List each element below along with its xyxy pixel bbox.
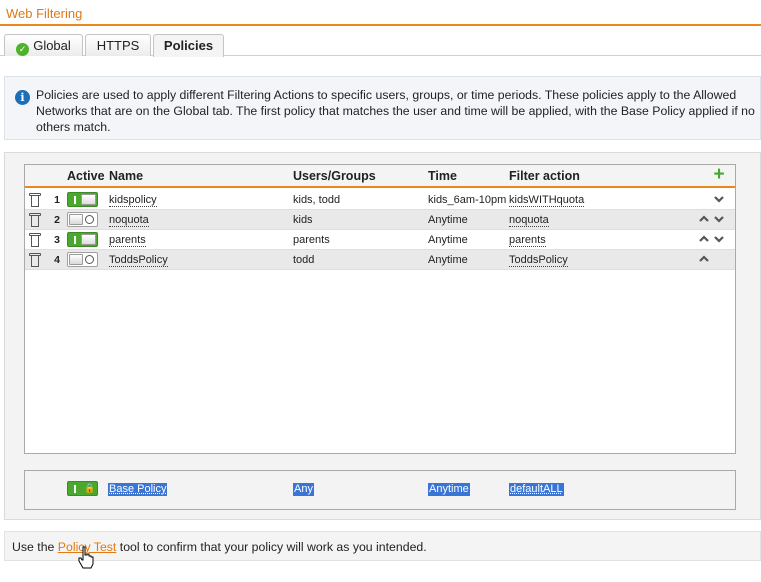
active-toggle[interactable] bbox=[67, 192, 98, 207]
users-groups-cell: kids, todd bbox=[293, 194, 341, 206]
chevron-down-icon[interactable] bbox=[713, 213, 725, 225]
trash-icon[interactable] bbox=[29, 233, 41, 247]
table-row: 2 noquota kids Anytime noquota bbox=[25, 210, 735, 230]
users-groups-cell: parents bbox=[293, 234, 330, 246]
chevron-up-icon[interactable] bbox=[698, 213, 710, 225]
chevron-down-icon[interactable] bbox=[713, 233, 725, 245]
filter-action-link[interactable]: parents bbox=[509, 234, 546, 247]
column-filter-action[interactable]: Filter action bbox=[509, 169, 580, 183]
time-cell: kids_6am-10pm bbox=[428, 194, 507, 206]
hand-cursor-icon bbox=[78, 546, 94, 569]
row-number: 2 bbox=[54, 214, 60, 226]
grid-header: Active Name Users/Groups Time Filter act… bbox=[25, 165, 735, 188]
title-bar: Web Filtering bbox=[0, 0, 761, 26]
base-policy-panel: 🔒 Base Policy Any Anytime defaultALL bbox=[24, 470, 736, 510]
tab-global-label: Global bbox=[33, 38, 71, 53]
row-number: 3 bbox=[54, 234, 60, 246]
trash-icon[interactable] bbox=[29, 193, 41, 207]
base-policy-action-link[interactable]: defaultALL bbox=[509, 483, 564, 496]
info-icon: i bbox=[15, 90, 30, 105]
policy-name-link[interactable]: noquota bbox=[109, 214, 149, 227]
chevron-up-icon[interactable] bbox=[698, 253, 710, 265]
lock-icon: 🔒 bbox=[84, 483, 96, 493]
policy-name-link[interactable]: ToddsPolicy bbox=[109, 254, 168, 267]
time-cell: Anytime bbox=[428, 234, 468, 246]
tab-bar: ✓ Global HTTPS Policies bbox=[0, 34, 761, 57]
table-row: 4 ToddsPolicy todd Anytime ToddsPolicy bbox=[25, 250, 735, 270]
footer-prefix: Use the bbox=[12, 540, 58, 554]
time-cell: Anytime bbox=[428, 214, 468, 226]
filter-action-link[interactable]: kidsWITHquota bbox=[509, 194, 585, 207]
row-number: 1 bbox=[54, 194, 60, 206]
footer-suffix: tool to confirm that your policy will wo… bbox=[116, 540, 427, 554]
tab-policies[interactable]: Policies bbox=[153, 34, 224, 57]
users-groups-cell: kids bbox=[293, 214, 313, 226]
policy-name-link[interactable]: parents bbox=[109, 234, 146, 247]
row-number: 4 bbox=[54, 254, 60, 266]
table-row: 1 kidspolicy kids, todd kids_6am-10pm ki… bbox=[25, 190, 735, 210]
tab-https[interactable]: HTTPS bbox=[85, 34, 151, 56]
info-box: i Policies are used to apply different F… bbox=[4, 76, 761, 140]
base-policy-time: Anytime bbox=[428, 483, 470, 496]
tab-global[interactable]: ✓ Global bbox=[4, 34, 83, 56]
column-time[interactable]: Time bbox=[428, 169, 457, 183]
tab-policies-label: Policies bbox=[163, 38, 214, 53]
active-toggle[interactable] bbox=[67, 232, 98, 247]
time-cell: Anytime bbox=[428, 254, 468, 266]
chevron-down-icon[interactable] bbox=[713, 193, 725, 205]
policies-grid: Active Name Users/Groups Time Filter act… bbox=[24, 164, 736, 454]
check-circle-icon: ✓ bbox=[16, 43, 30, 56]
column-active[interactable]: Active bbox=[67, 169, 105, 183]
base-policy-users: Any bbox=[293, 483, 314, 496]
users-groups-cell: todd bbox=[293, 254, 315, 266]
plus-icon[interactable]: + bbox=[711, 165, 727, 185]
base-policy-toggle: 🔒 bbox=[67, 481, 98, 496]
filter-action-link[interactable]: noquota bbox=[509, 214, 549, 227]
policy-name-link[interactable]: kidspolicy bbox=[109, 194, 157, 207]
trash-icon[interactable] bbox=[29, 253, 41, 267]
filter-action-link[interactable]: ToddsPolicy bbox=[509, 254, 568, 267]
footer-text: Use the Policy Test tool to confirm that… bbox=[12, 540, 427, 554]
page-title: Web Filtering bbox=[6, 6, 83, 21]
active-toggle[interactable] bbox=[67, 212, 98, 227]
column-users-groups[interactable]: Users/Groups bbox=[293, 169, 376, 183]
chevron-up-icon[interactable] bbox=[698, 233, 710, 245]
trash-icon[interactable] bbox=[29, 213, 41, 227]
column-name[interactable]: Name bbox=[109, 169, 143, 183]
tab-https-label: HTTPS bbox=[96, 38, 140, 53]
info-text: Policies are used to apply different Fil… bbox=[36, 88, 755, 134]
table-row: 3 parents parents Anytime parents bbox=[25, 230, 735, 250]
active-toggle[interactable] bbox=[67, 252, 98, 267]
base-policy-name-link[interactable]: Base Policy bbox=[108, 483, 168, 496]
footer-note: Use the Policy Test tool to confirm that… bbox=[4, 531, 761, 561]
